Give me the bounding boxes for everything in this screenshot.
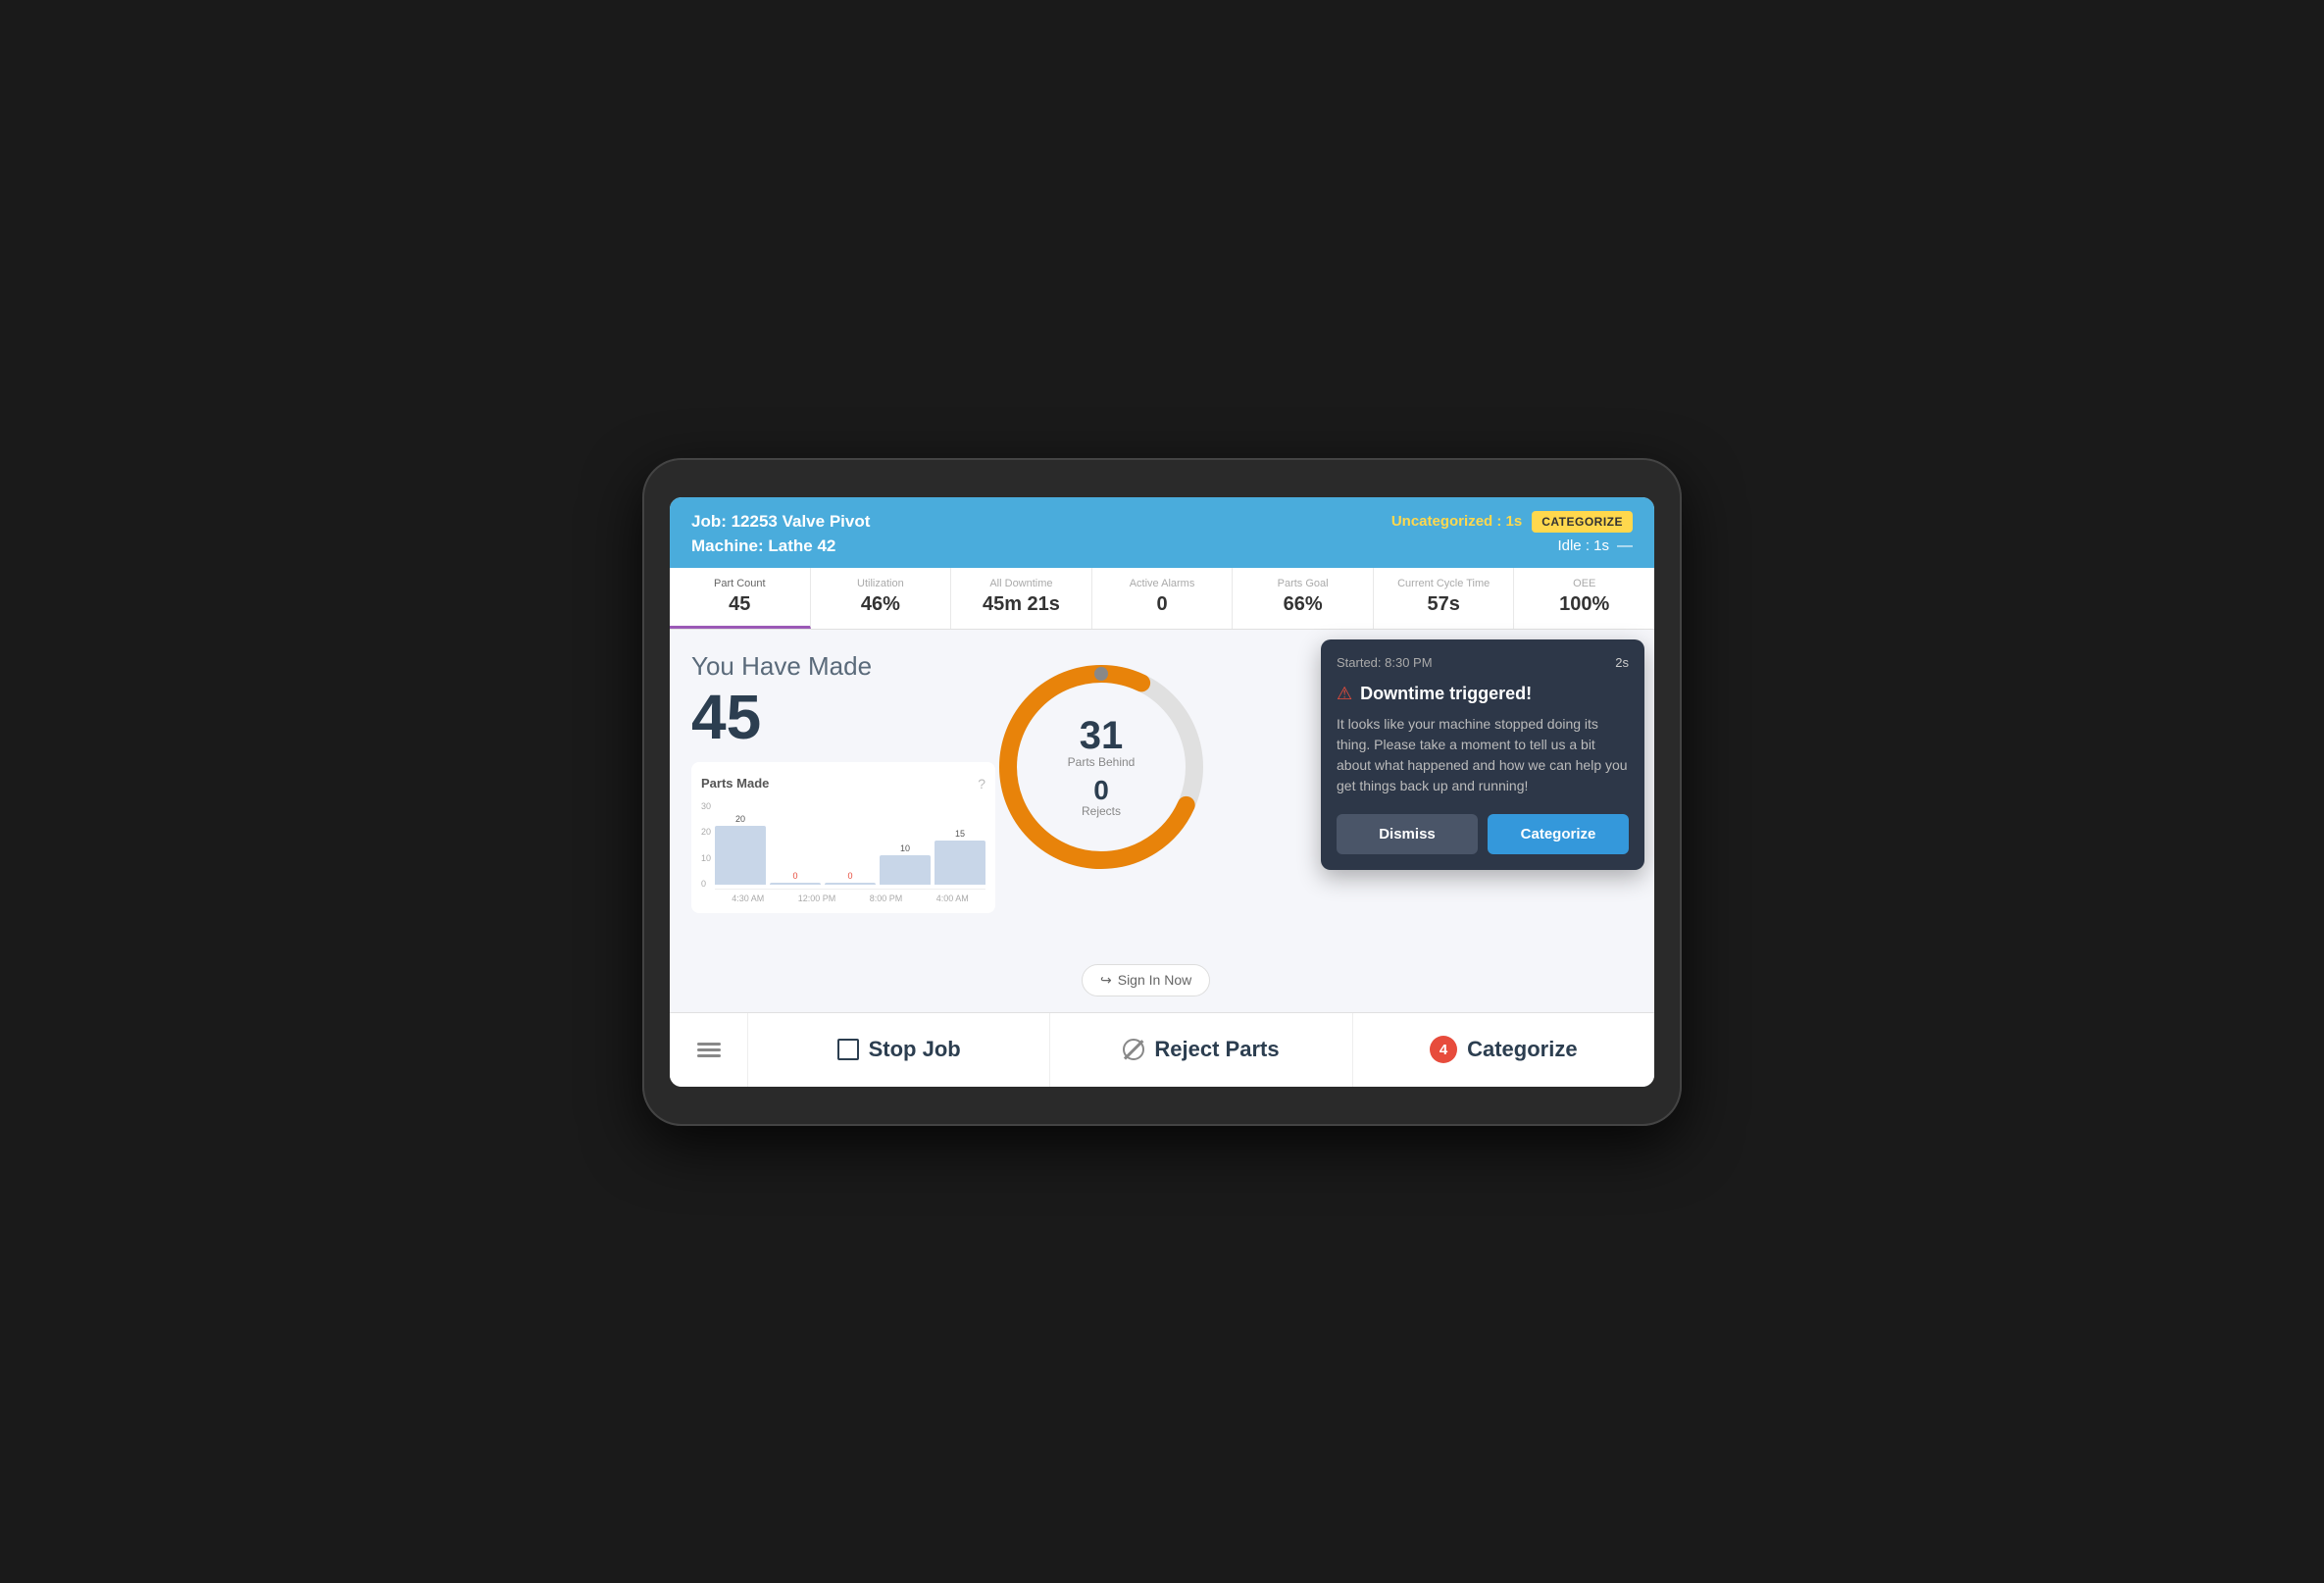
bar-group-1: 20 bbox=[715, 814, 766, 885]
popup-title: Downtime triggered! bbox=[1360, 684, 1532, 704]
idle-dash: — bbox=[1617, 537, 1633, 555]
popup-body: It looks like your machine stopped doing… bbox=[1337, 714, 1629, 796]
bar-1 bbox=[715, 826, 766, 885]
rejects-label: Rejects bbox=[1068, 804, 1136, 818]
categorize-badge: 4 bbox=[1430, 1036, 1457, 1063]
stat-value-cycle: 57s bbox=[1380, 593, 1508, 616]
stat-part-count[interactable]: Part Count 45 bbox=[670, 568, 811, 629]
hamburger-line-2 bbox=[697, 1048, 721, 1051]
popup-title-row: ⚠ Downtime triggered! bbox=[1337, 684, 1629, 704]
x-label-2: 12:00 PM bbox=[798, 894, 836, 903]
signin-arrow-icon: ↪ bbox=[1100, 972, 1112, 989]
chart-x-labels: 4:30 AM 12:00 PM 8:00 PM 4:00 AM bbox=[715, 894, 985, 903]
x-label-4: 4:00 AM bbox=[936, 894, 969, 903]
bottom-bar: Stop Job Reject Parts 4 Categorize bbox=[670, 1012, 1654, 1087]
hamburger-line-3 bbox=[697, 1054, 721, 1057]
stat-all-downtime[interactable]: All Downtime 45m 21s bbox=[951, 568, 1092, 629]
warning-icon: ⚠ bbox=[1337, 684, 1352, 704]
stat-utilization[interactable]: Utilization 46% bbox=[811, 568, 952, 629]
categorize-button[interactable]: 4 Categorize bbox=[1353, 1013, 1654, 1087]
downtime-popup: Started: 8:30 PM 2s ⚠ Downtime triggered… bbox=[1321, 639, 1644, 870]
stop-job-label: Stop Job bbox=[869, 1037, 961, 1062]
reject-parts-label: Reject Parts bbox=[1154, 1037, 1279, 1062]
x-label-3: 8:00 PM bbox=[870, 894, 903, 903]
categorize-label: Categorize bbox=[1467, 1037, 1577, 1062]
x-label-1: 4:30 AM bbox=[732, 894, 764, 903]
popup-time: 2s bbox=[1615, 655, 1629, 670]
stop-job-button[interactable]: Stop Job bbox=[748, 1013, 1050, 1087]
header-categorize-button[interactable]: CATEGORIZE bbox=[1532, 511, 1633, 533]
popup-started: Started: 8:30 PM bbox=[1337, 655, 1433, 670]
sign-in-button[interactable]: ↪ Sign In Now bbox=[1082, 964, 1210, 996]
stat-value-downtime: 45m 21s bbox=[957, 593, 1086, 616]
reject-parts-icon bbox=[1123, 1039, 1144, 1060]
bar-value-3: 0 bbox=[848, 871, 853, 881]
main-content: You Have Made 45 Parts Made ? 30 20 10 0 bbox=[670, 630, 1654, 1012]
bar-5 bbox=[935, 841, 985, 885]
y-label-0: 0 bbox=[701, 879, 711, 889]
bar-value-1: 20 bbox=[735, 814, 745, 824]
donut-inner: 31 Parts Behind 0 Rejects bbox=[1068, 716, 1136, 818]
stat-label-alarms: Active Alarms bbox=[1098, 578, 1227, 589]
menu-button[interactable] bbox=[670, 1013, 748, 1087]
parts-chart: Parts Made ? 30 20 10 0 20 bbox=[691, 762, 995, 913]
popup-buttons: Dismiss Categorize bbox=[1337, 814, 1629, 854]
chart-title: Parts Made bbox=[701, 776, 769, 791]
stat-label-downtime: All Downtime bbox=[957, 578, 1086, 589]
sign-in-label: Sign In Now bbox=[1118, 972, 1191, 988]
tablet-frame: Job: 12253 Valve Pivot Uncategorized : 1… bbox=[642, 458, 1682, 1126]
popup-categorize-button[interactable]: Categorize bbox=[1488, 814, 1629, 854]
stat-active-alarms[interactable]: Active Alarms 0 bbox=[1092, 568, 1234, 629]
stat-label-oee: OEE bbox=[1520, 578, 1648, 589]
y-label-20: 20 bbox=[701, 827, 711, 837]
chart-bars: 20 0 0 10 bbox=[715, 801, 985, 890]
bar-3 bbox=[825, 883, 876, 885]
machine-label: Machine: Lathe 42 bbox=[691, 536, 835, 556]
bar-value-5: 15 bbox=[955, 829, 965, 839]
rejects-count: 0 bbox=[1068, 777, 1136, 804]
idle-status: Idle : 1s bbox=[1557, 537, 1609, 554]
bar-group-5: 15 bbox=[935, 829, 985, 885]
job-label: Job: 12253 Valve Pivot bbox=[691, 512, 870, 532]
stat-label-util: Utilization bbox=[817, 578, 945, 589]
header: Job: 12253 Valve Pivot Uncategorized : 1… bbox=[670, 497, 1654, 568]
stat-oee[interactable]: OEE 100% bbox=[1514, 568, 1654, 629]
bar-group-3: 0 bbox=[825, 871, 876, 885]
stats-bar: Part Count 45 Utilization 46% All Downti… bbox=[670, 568, 1654, 630]
popup-dismiss-button[interactable]: Dismiss bbox=[1337, 814, 1478, 854]
stat-value-util: 46% bbox=[817, 593, 945, 616]
y-label-30: 30 bbox=[701, 801, 711, 811]
stat-parts-goal[interactable]: Parts Goal 66% bbox=[1233, 568, 1374, 629]
y-label-10: 10 bbox=[701, 853, 711, 863]
tablet-screen: Job: 12253 Valve Pivot Uncategorized : 1… bbox=[670, 497, 1654, 1087]
stat-value-goal: 66% bbox=[1238, 593, 1367, 616]
bar-group-2: 0 bbox=[770, 871, 821, 885]
bar-4 bbox=[880, 855, 931, 885]
bar-value-2: 0 bbox=[793, 871, 798, 881]
uncategorized-status: Uncategorized : 1s bbox=[1391, 513, 1522, 530]
bar-group-4: 10 bbox=[880, 843, 931, 885]
stat-value-oee: 100% bbox=[1520, 593, 1648, 616]
stat-cycle-time[interactable]: Current Cycle Time 57s bbox=[1374, 568, 1515, 629]
stat-label-goal: Parts Goal bbox=[1238, 578, 1367, 589]
stat-label-cycle: Current Cycle Time bbox=[1380, 578, 1508, 589]
bar-value-4: 10 bbox=[900, 843, 910, 853]
popup-header: Started: 8:30 PM 2s bbox=[1337, 655, 1629, 670]
stat-value-alarms: 0 bbox=[1098, 593, 1227, 616]
parts-behind-label: Parts Behind bbox=[1068, 755, 1136, 769]
stop-job-icon bbox=[837, 1039, 859, 1060]
reject-parts-button[interactable]: Reject Parts bbox=[1050, 1013, 1352, 1087]
bar-2 bbox=[770, 883, 821, 885]
stat-label-part-count: Part Count bbox=[676, 578, 804, 589]
stat-value-part-count: 45 bbox=[676, 593, 804, 616]
parts-behind-count: 31 bbox=[1068, 716, 1136, 755]
donut-chart: 31 Parts Behind 0 Rejects bbox=[984, 649, 1219, 885]
hamburger-line-1 bbox=[697, 1043, 721, 1046]
